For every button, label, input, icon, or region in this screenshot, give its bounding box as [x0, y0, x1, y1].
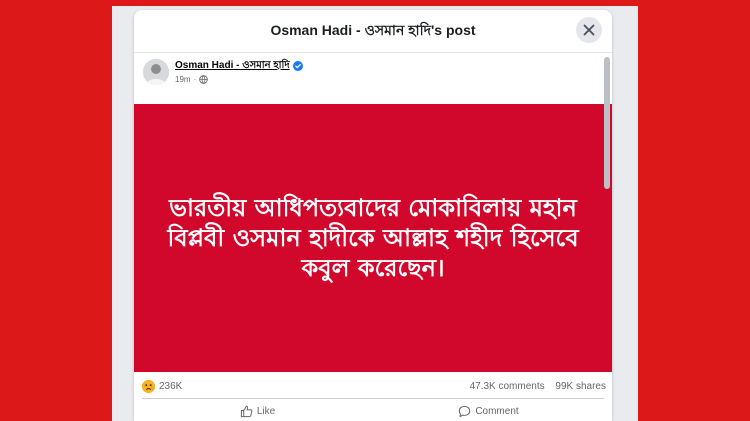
shares-count[interactable]: 99K shares [555, 381, 606, 392]
reaction-count: 236K [159, 380, 183, 392]
like-button[interactable]: Like [142, 401, 373, 421]
thumbs-up-icon [240, 405, 253, 417]
dialog-title: Osman Hadi - ওসমান হাদি's post [270, 22, 476, 38]
stats-row: 236K 47.3K comments 99K shares [142, 377, 606, 395]
close-button[interactable] [576, 17, 602, 43]
close-icon [583, 24, 595, 36]
post-scroll-area[interactable]: Osman Hadi - ওসমান হাদি 19m · ভারতীয় আধ… [134, 53, 612, 421]
comment-label: Comment [475, 405, 519, 417]
dialog-header: Osman Hadi - ওসমান হাদি's post [134, 10, 612, 53]
separator-dot: · [193, 75, 197, 84]
banner-text: ভারতীয় আধিপত্যবাদের মোকাবিলায় মহান বিপ… [167, 194, 579, 282]
divider [142, 398, 604, 399]
comment-button[interactable]: Comment [373, 401, 604, 421]
comment-icon [459, 405, 471, 417]
post-time[interactable]: 19m [175, 75, 191, 84]
verified-badge-icon [292, 61, 303, 71]
post-actions: Like Comment [142, 401, 604, 421]
scrollbar-thumb[interactable] [604, 57, 610, 189]
post-author-row: Osman Hadi - ওসমান হাদি 19m · [143, 59, 303, 93]
post-banner[interactable]: ভারতীয় আধিপত্যবাদের মোকাবিলায় মহান বিপ… [134, 104, 612, 372]
author-name[interactable]: Osman Hadi - ওসমান হাদি [175, 58, 290, 75]
like-label: Like [256, 405, 276, 417]
post-dialog: Osman Hadi - ওসমান হাদি's post Osman Had… [134, 10, 612, 421]
avatar[interactable] [143, 59, 169, 85]
sad-reaction-icon [142, 379, 155, 393]
comments-count[interactable]: 47.3K comments [470, 381, 545, 392]
engagement-counts: 47.3K comments 99K shares [462, 381, 606, 392]
globe-icon [199, 75, 209, 84]
author-meta: Osman Hadi - ওসমান হাদি 19m · [175, 59, 303, 84]
reactions-summary[interactable]: 236K [142, 379, 183, 393]
